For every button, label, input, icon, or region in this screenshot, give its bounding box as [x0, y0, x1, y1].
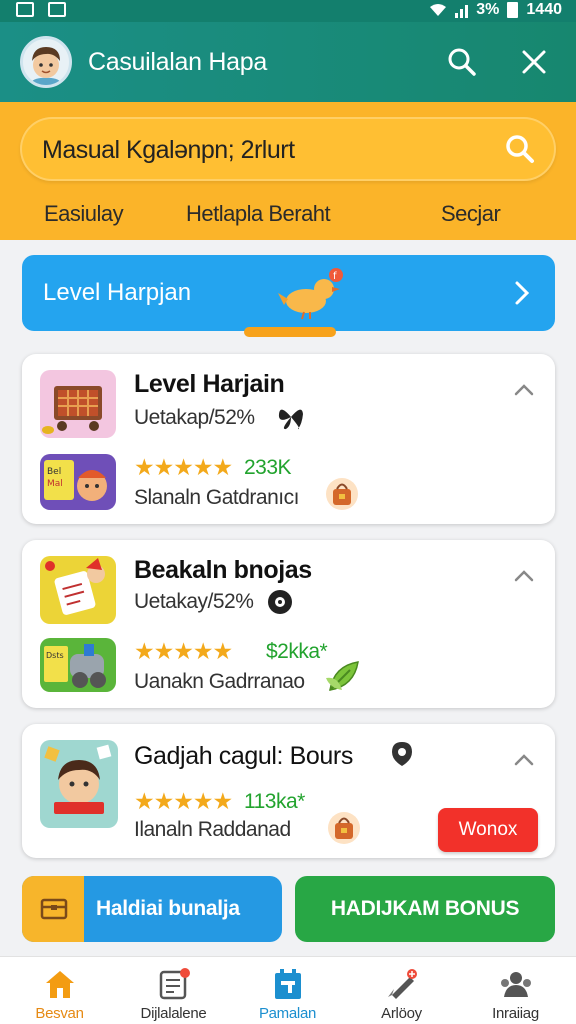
nav-item-list[interactable]: Dijlalalene [116, 957, 231, 1024]
card-description: Ilanaln Raddanad [134, 818, 291, 841]
people-icon [501, 972, 531, 997]
gallery-notification-icon [48, 2, 66, 17]
rating-count: 233K [244, 456, 292, 479]
avatar[interactable] [20, 36, 72, 88]
calendar-icon [275, 969, 301, 999]
svg-text:f: f [333, 271, 337, 282]
bonus-tag-button[interactable]: Wonox [438, 808, 538, 852]
card-title: Beakaln bnojas [134, 556, 312, 584]
tab-secjar[interactable]: Secjar [441, 201, 501, 227]
clown-thumbnail [40, 556, 116, 624]
battery-icon [507, 2, 519, 18]
app-header: Casuilalan Hapa [0, 22, 576, 102]
bottom-navigation: Besvan Dijlalalene Pamalan Arlöoy Inraii… [0, 956, 576, 1024]
battery-percent: 3% [476, 1, 500, 18]
svg-text:Bel: Bel [47, 467, 61, 477]
card-description: Slanaln Gatdranıcı [134, 486, 299, 509]
tab-hetlapla-beraht[interactable]: Hetlapla Beraht [186, 201, 331, 227]
nav-item-calendar[interactable]: Pamalan [230, 957, 345, 1024]
level-banner[interactable]: Level Harpjan f [22, 255, 555, 331]
search-band: Masual Kgalənpn; 2rlurt Easiulay Hetlapl… [0, 102, 576, 240]
chevron-up-icon[interactable] [513, 752, 535, 766]
search-icon[interactable] [444, 44, 480, 80]
level-progress-bar [244, 327, 336, 337]
status-bar: 3% 1440 [0, 0, 576, 22]
card-title: Level Harjain [134, 370, 285, 398]
card-beakaln-bnojas[interactable]: Beakaln bnojas Uetakay/52% Dsts ★★★★★ $2… [22, 540, 555, 708]
rating-stars: ★★★★★ [134, 788, 233, 814]
bag-icon[interactable] [326, 810, 362, 846]
clock: 1440 [526, 1, 562, 18]
rating-count: 113ka* [244, 790, 305, 813]
card-subtitle: Uetakap/52% [134, 406, 255, 429]
record-icon [268, 590, 292, 614]
search-input[interactable]: Masual Kgalənpn; 2rlurt [20, 117, 556, 181]
nav-label: Besvan [35, 1005, 84, 1022]
search-icon[interactable] [502, 131, 538, 167]
butterfly-icon [278, 409, 303, 430]
robot-thumbnail: Dsts [40, 638, 116, 692]
rating-stars: ★★★★★ [134, 638, 233, 664]
rating-stars: ★★★★★ [134, 454, 233, 480]
list-icon [159, 968, 190, 1000]
chest-icon [40, 898, 68, 920]
card-description: Uanakn Gadrranao [134, 670, 305, 693]
card-level-harjain[interactable]: Level Harjain Uetakap/52% Bel Mal ★★★★★ … [22, 354, 555, 524]
chevron-up-icon[interactable] [513, 568, 535, 582]
image-notification-icon [16, 2, 34, 17]
nav-item-home[interactable]: Besvan [2, 957, 117, 1024]
nav-label: Pamalan [258, 1005, 317, 1022]
close-icon[interactable] [516, 44, 552, 80]
search-input-value[interactable]: Masual Kgalənpn; 2rlurt [42, 136, 295, 165]
bag-icon[interactable] [324, 476, 360, 512]
primary-action-label: Haldiai bunalja [96, 897, 240, 920]
card-title: Gadjah cagul: Bours [134, 742, 353, 770]
nav-item-people[interactable]: Inraiiag [458, 957, 573, 1024]
nav-label: Inraiiag [492, 1005, 539, 1022]
svg-text:Dsts: Dsts [46, 651, 64, 660]
rating-count: $2kka* [266, 640, 328, 663]
primary-action-button[interactable]: Haldiai bunalja [22, 876, 282, 942]
nav-label: Arlöoy [381, 1005, 422, 1022]
card-subtitle: Uetakay/52% [134, 590, 254, 613]
nav-item-rocket[interactable]: Arlöoy [344, 957, 459, 1024]
child-thumbnail [40, 740, 118, 828]
leaf-icon[interactable] [324, 656, 364, 696]
rocket-icon [388, 969, 417, 999]
app-title: Casuilalan Hapa [88, 48, 267, 76]
nav-label: Dijlalalene [140, 1005, 207, 1022]
chevron-right-icon[interactable] [511, 279, 533, 307]
bird-icon: f [278, 268, 343, 320]
signal-icon [455, 3, 469, 18]
chest-chip [22, 876, 84, 942]
svg-text:Mal: Mal [47, 479, 63, 489]
basket-thumbnail [40, 370, 116, 438]
level-banner-label: Level Harpjan [43, 279, 192, 306]
home-icon [46, 971, 74, 998]
chevron-up-icon[interactable] [513, 382, 535, 396]
bonus-button[interactable]: HADIJKAM BONUS [295, 876, 555, 942]
wifi-icon [430, 4, 447, 16]
pin-icon [392, 742, 412, 766]
kids-game-thumbnail: Bel Mal [40, 454, 116, 510]
tab-easiulay[interactable]: Easiulay [44, 201, 124, 227]
